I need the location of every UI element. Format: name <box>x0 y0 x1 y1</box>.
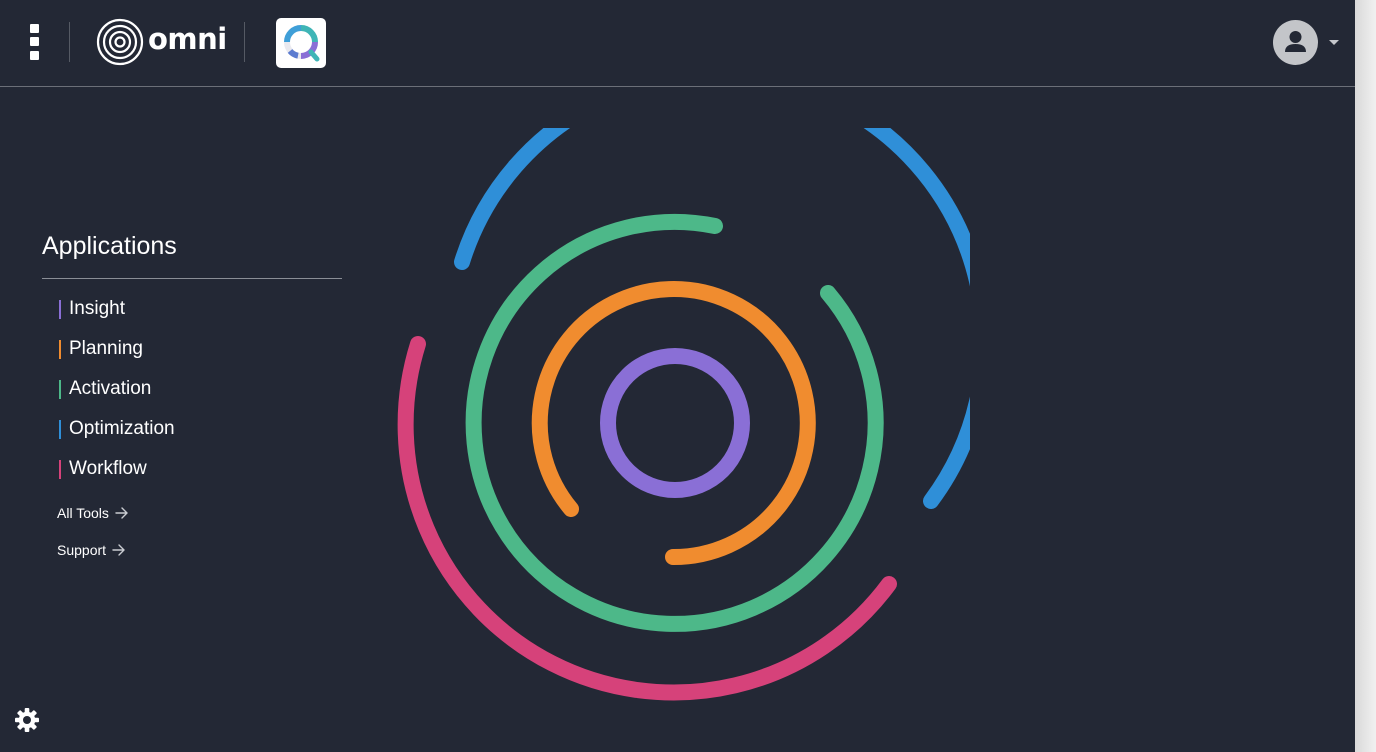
gear-icon[interactable] <box>13 706 41 734</box>
user-silhouette-icon <box>1285 31 1306 52</box>
omni-logo[interactable]: omni <box>96 18 227 66</box>
arrow-right-icon <box>115 507 128 519</box>
all-tools-link[interactable]: All Tools <box>57 505 129 521</box>
scrollbar-track[interactable] <box>1355 0 1376 752</box>
app-item-planning[interactable]: Planning <box>59 332 175 372</box>
more-vertical-icon[interactable] <box>22 22 48 62</box>
app-item-insight[interactable]: Insight <box>59 292 175 332</box>
support-label: Support <box>57 542 107 558</box>
color-bar <box>59 300 61 319</box>
support-link[interactable]: Support <box>57 542 126 558</box>
applications-title: Applications <box>42 232 177 260</box>
app-item-label: Insight <box>69 298 125 319</box>
app-item-label: Optimization <box>69 418 175 439</box>
color-bar <box>59 460 61 479</box>
insight-ring <box>600 348 750 498</box>
concentric-arcs-logo <box>397 128 970 701</box>
top-header: omni <box>0 0 1355 87</box>
all-tools-label: All Tools <box>57 505 109 521</box>
app-ring-icon <box>284 25 320 62</box>
brand-name: omni <box>148 22 227 56</box>
app-item-activation[interactable]: Activation <box>59 372 175 412</box>
omni-rings-icon <box>96 18 144 66</box>
header-divider <box>244 22 245 62</box>
color-bar <box>59 420 61 439</box>
applications-divider <box>42 278 342 279</box>
gear-shape <box>15 708 39 732</box>
arrow-right-icon <box>112 544 125 556</box>
color-bar <box>59 380 61 399</box>
app-item-optimization[interactable]: Optimization <box>59 412 175 452</box>
applications-list: Insight Planning Activation Optimization… <box>59 292 175 492</box>
app-window: omni Applications Insight Planning Activ… <box>0 0 1355 752</box>
planning-arc <box>531 281 816 566</box>
app-item-label: Activation <box>69 378 152 399</box>
app-item-label: Workflow <box>69 458 147 479</box>
color-bar <box>59 340 61 359</box>
insight-app-icon[interactable] <box>276 18 326 68</box>
user-avatar-icon[interactable] <box>1273 20 1318 65</box>
caret-down-icon[interactable] <box>1329 40 1339 45</box>
app-item-workflow[interactable]: Workflow <box>59 452 175 492</box>
header-divider <box>69 22 70 62</box>
app-item-label: Planning <box>69 338 143 359</box>
